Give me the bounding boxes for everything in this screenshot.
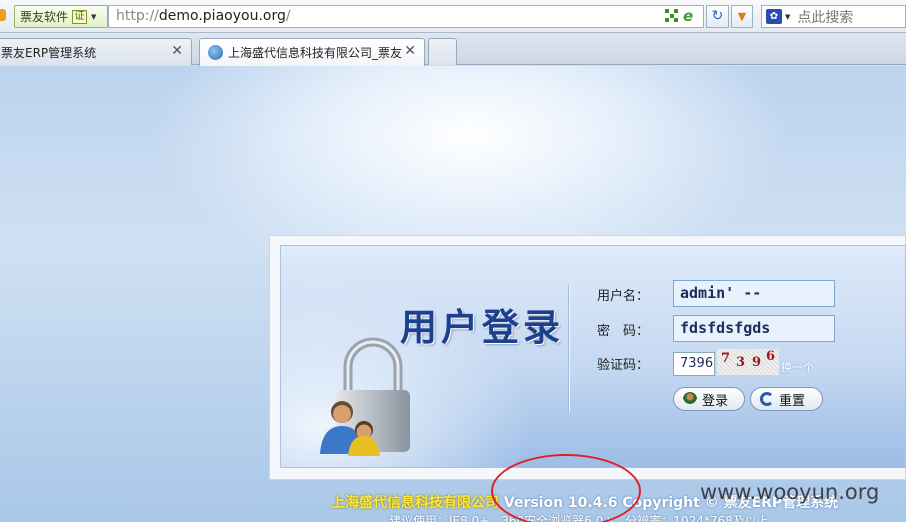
paw-search-icon[interactable]: ✿ (766, 9, 782, 24)
refresh-button[interactable]: ↻ (706, 5, 729, 28)
tab-bar: 票友ERP管理系统 ✕ 上海盛代信息科技有限公司_票友 ✕ (0, 33, 906, 66)
username-input[interactable]: admin' -- (673, 280, 835, 307)
username-label: 用户名： (597, 289, 650, 304)
reset-button-label: 重置 (779, 393, 806, 409)
search-box[interactable]: ✿ ▼ 点此搜索 (761, 5, 906, 28)
login-button-label: 登录 (702, 393, 729, 409)
captcha-digit: 6 (766, 349, 776, 364)
certificate-icon: 证 (72, 9, 88, 24)
close-icon[interactable]: ✕ (404, 43, 416, 59)
chevron-down-icon: ▼ (737, 10, 747, 23)
tab-label: 票友ERP管理系统 (1, 45, 97, 60)
captcha-digit: 7 (721, 351, 731, 366)
favorites-icon[interactable] (0, 9, 6, 21)
padlock-users-icon (320, 337, 410, 456)
url-domain: demo.piaoyou.org (158, 8, 286, 24)
captcha-input[interactable]: 7396 (673, 352, 715, 376)
address-dropdown-button[interactable]: ▼ (731, 5, 753, 28)
site-badge-label: 票友软件 (20, 10, 69, 24)
new-tab-button[interactable] (428, 38, 457, 65)
captcha-refresh-link[interactable]: 换一个 (781, 359, 814, 375)
user-icon (683, 392, 697, 406)
address-bar: 票友软件 证 ▼ http://demo.piaoyou.org/ e ↻ ▼ … (0, 0, 906, 33)
panel-divider (568, 285, 569, 413)
watermark: www.wooyun.org (700, 480, 880, 504)
chevron-down-icon[interactable]: ▼ (785, 13, 790, 21)
ie-compat-icon[interactable]: e (683, 7, 693, 25)
reset-button[interactable]: 重置 (750, 387, 823, 411)
tab-label: 上海盛代信息科技有限公司_票友 (228, 46, 403, 60)
chevron-down-icon: ▼ (91, 12, 97, 21)
tab-active-company[interactable]: 上海盛代信息科技有限公司_票友 ✕ (199, 38, 425, 66)
refresh-icon: ↻ (711, 8, 724, 24)
url-input[interactable]: http://demo.piaoyou.org/ (108, 5, 704, 28)
captcha-label: 验证码： (597, 358, 650, 373)
close-icon[interactable]: ✕ (171, 43, 183, 59)
tab-erp[interactable]: 票友ERP管理系统 ✕ (0, 38, 192, 65)
password-input[interactable]: fdsfdsfgds (673, 315, 835, 342)
captcha-image[interactable]: 7 3 9 6 (717, 349, 779, 375)
qr-icon[interactable] (665, 9, 678, 22)
captcha-digit: 9 (752, 355, 762, 370)
captcha-digit: 3 (736, 355, 746, 370)
site-identity-badge[interactable]: 票友软件 证 ▼ (14, 5, 108, 28)
site-favicon-icon (208, 45, 223, 60)
search-input[interactable]: 点此搜索 (797, 7, 853, 27)
url-suffix: / (285, 8, 291, 24)
login-button[interactable]: 登录 (673, 387, 745, 411)
footer-company: 上海盛代信息科技有限公司 (331, 495, 499, 511)
reset-icon (760, 392, 774, 406)
password-label: 密 码： (597, 324, 650, 339)
annotation-circle (491, 454, 641, 522)
url-prefix: http:// (116, 8, 159, 24)
